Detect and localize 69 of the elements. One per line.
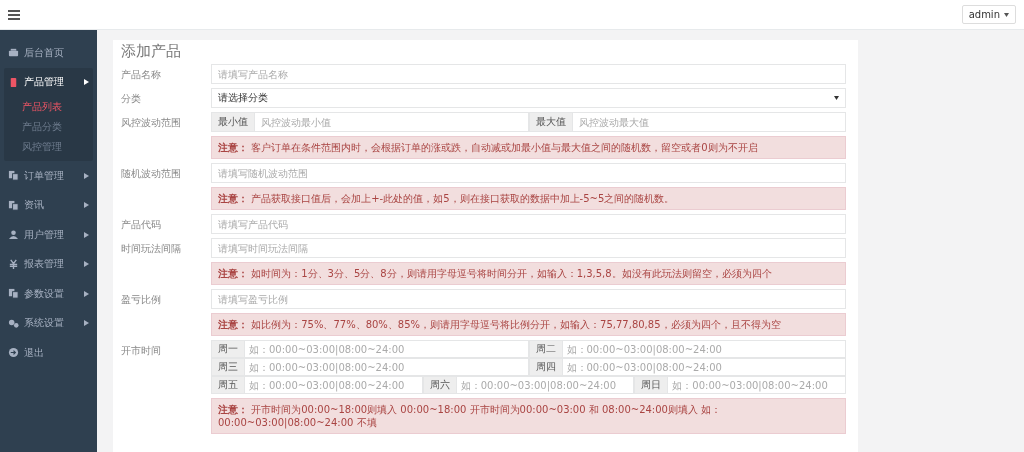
chevron-icon: [84, 290, 89, 297]
day-addon: 周三: [211, 358, 245, 376]
sidebar-item[interactable]: 报表管理: [0, 249, 97, 279]
sidebar-item-icon: [8, 170, 19, 182]
chevron-icon: [84, 261, 89, 268]
time-field[interactable]: 如：00:00~03:00|08:00~24:00: [668, 376, 846, 394]
text-field[interactable]: 请填写时间玩法间隔: [211, 238, 846, 258]
caret-icon: [1004, 12, 1009, 17]
submenu-item[interactable]: 产品列表: [4, 97, 93, 117]
field-label: 随机波动范围: [121, 167, 182, 181]
input-addon: 最小值: [211, 112, 255, 132]
sidebar-item-icon: [8, 347, 19, 359]
warning-note: 注意： 产品获取接口值后，会加上+-此处的值，如5，则在接口获取的数据中加上-5~5之间的随机数。: [211, 187, 846, 210]
time-field[interactable]: 如：00:00~03:00|08:00~24:00: [456, 376, 635, 394]
sidebar-item[interactable]: 订单管理: [0, 161, 97, 191]
day-addon: 周五: [211, 376, 245, 394]
field-label: 产品代码: [121, 218, 162, 232]
text-field[interactable]: 请填写盈亏比例: [211, 289, 846, 309]
day-addon: 周日: [634, 376, 669, 394]
max-field[interactable]: 风控波动最大值: [572, 112, 846, 132]
field-label: 盈亏比例: [121, 293, 162, 307]
chevron-icon: [84, 202, 89, 209]
warning-note: 注意： 如时间为：1分、3分、5分、8分，则请用字母逗号将时间分开，如输入：1,3,5,8。如没有此玩法则留空，必须为四个: [211, 262, 846, 285]
sidebar-item-icon: [8, 47, 19, 59]
time-field[interactable]: 如：00:00~03:00|08:00~24:00: [245, 340, 529, 358]
day-addon: 周四: [528, 358, 563, 376]
submenu-item[interactable]: 风控管理: [4, 137, 93, 157]
sidebar-item[interactable]: 用户管理: [0, 220, 97, 250]
user-dropdown[interactable]: admin: [961, 5, 1016, 24]
sidebar-item-icon: [8, 199, 19, 211]
time-field[interactable]: 如：00:00~03:00|08:00~24:00: [562, 340, 846, 358]
sidebar-item[interactable]: 退出: [0, 338, 97, 368]
field-label: 开市时间: [121, 344, 162, 358]
warning-note: 注意： 如比例为：75%、77%、80%、85%，则请用字母逗号将比例分开，如输入：75,77,80,85，必须为四个，且不得为空: [211, 313, 846, 336]
day-addon: 周六: [422, 376, 457, 394]
text-field[interactable]: 请填写随机波动范围: [211, 163, 846, 183]
time-field[interactable]: 如：00:00~03:00|08:00~24:00: [245, 376, 423, 394]
warning-note: 注意： 开市时间为00:00~18:00则填入 00:00~18:00 开市时间为00:00~03:00 和 08:00~24:00则填入 如：00:00~03:00|08:00~24:00 不填: [211, 398, 846, 434]
field-label: 产品名称: [121, 68, 162, 82]
chevron-icon: [84, 231, 89, 238]
text-field[interactable]: 请填写产品代码: [211, 214, 846, 234]
sidebar-item[interactable]: 后台首页: [0, 38, 97, 68]
caret-icon: [834, 96, 839, 100]
field-label: 时间玩法间隔: [121, 242, 182, 256]
input-addon: 最大值: [528, 112, 573, 132]
sidebar-item-icon: [8, 258, 19, 270]
field-label: 风控波动范围: [121, 116, 182, 130]
text-field[interactable]: 请填写产品名称: [211, 64, 846, 84]
chevron-icon: [84, 320, 89, 327]
sidebar-item[interactable]: 系统设置: [0, 308, 97, 338]
sidebar-item-icon: [8, 229, 19, 241]
warning-note: 注意： 客户订单在条件范围内时，会根据订单的涨或跌，自动减或加最小值与最大值之间的随机数，留空或者0则为不开启: [211, 136, 846, 159]
time-field[interactable]: 如：00:00~03:00|08:00~24:00: [562, 358, 846, 376]
sidebar-item-icon: [8, 76, 19, 88]
field-label: 分类: [121, 92, 142, 106]
sidebar-item-icon: [8, 317, 19, 329]
day-addon: 周一: [211, 340, 245, 358]
day-addon: 周二: [528, 340, 563, 358]
chevron-icon: [84, 172, 89, 179]
min-field[interactable]: 风控波动最小值: [255, 112, 529, 132]
menu-icon[interactable]: [8, 9, 20, 20]
time-field[interactable]: 如：00:00~03:00|08:00~24:00: [245, 358, 529, 376]
sidebar-item[interactable]: 资讯: [0, 190, 97, 220]
sidebar-item[interactable]: 产品管理: [4, 67, 93, 97]
chevron-icon: [84, 79, 89, 86]
page-title: 添加产品: [121, 42, 182, 61]
sidebar-item-icon: [8, 288, 19, 300]
sidebar-item[interactable]: 参数设置: [0, 279, 97, 309]
category-select[interactable]: 请选择分类: [211, 88, 846, 108]
